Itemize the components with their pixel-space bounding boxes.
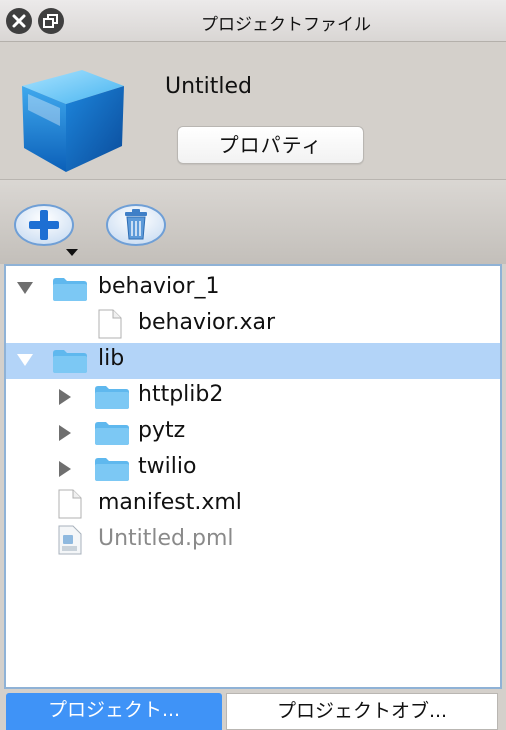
tree-row-lib[interactable]: lib: [6, 343, 500, 379]
tab-project-objects[interactable]: プロジェクトオブ...: [226, 693, 498, 730]
disclosure-collapsed-icon[interactable]: [58, 424, 72, 442]
file-icon: [98, 309, 122, 339]
tree-item-label: httplib2: [138, 382, 224, 407]
add-button[interactable]: [12, 200, 84, 264]
window-title: プロジェクトファイル: [201, 15, 371, 35]
disclosure-expanded-icon[interactable]: [16, 281, 34, 295]
tree-row-manifest-xml[interactable]: manifest.xml: [6, 487, 500, 523]
disclosure-collapsed-icon[interactable]: [58, 460, 72, 478]
file-tree[interactable]: behavior_1 behavior.xar lib httplib2 pyt…: [4, 264, 502, 689]
folder-icon: [95, 458, 129, 481]
tree-row-behavior-xar[interactable]: behavior.xar: [6, 307, 500, 343]
trash-icon: [106, 204, 166, 246]
tree-item-label: manifest.xml: [98, 490, 242, 515]
project-cube-icon: [22, 70, 124, 172]
properties-button[interactable]: プロパティ: [177, 126, 364, 164]
title-bar: プロジェクトファイル: [0, 0, 506, 42]
folder-icon: [95, 422, 129, 445]
tree-row-twilio[interactable]: twilio: [6, 451, 500, 487]
tree-item-label: Untitled.pml: [98, 526, 234, 551]
plus-icon: [14, 204, 78, 256]
tab-bar: プロジェクト... プロジェクトオブ...: [0, 689, 506, 730]
tree-item-label: behavior_1: [98, 274, 220, 299]
project-header: Untitled プロパティ: [0, 42, 506, 179]
tree-row-untitled-pml[interactable]: Untitled.pml: [6, 523, 500, 559]
tree-item-label: twilio: [138, 454, 197, 479]
disclosure-expanded-icon[interactable]: [16, 353, 34, 367]
tab-project-files[interactable]: プロジェクト...: [6, 693, 222, 730]
tree-item-label: pytz: [138, 418, 186, 443]
disclosure-collapsed-icon[interactable]: [58, 388, 72, 406]
project-name: Untitled: [165, 74, 253, 99]
pml-file-icon: [58, 525, 82, 555]
tree-item-label: behavior.xar: [138, 310, 276, 335]
file-icon: [58, 489, 82, 519]
folder-icon: [53, 350, 87, 373]
tree-row-pytz[interactable]: pytz: [6, 415, 500, 451]
folder-icon: [95, 386, 129, 409]
toolbar: [0, 179, 506, 264]
delete-button[interactable]: [104, 200, 170, 256]
folder-icon: [53, 278, 87, 301]
tree-item-label: lib: [98, 346, 125, 371]
tree-row-behavior-1[interactable]: behavior_1: [6, 271, 500, 307]
tree-row-httplib2[interactable]: httplib2: [6, 379, 500, 415]
